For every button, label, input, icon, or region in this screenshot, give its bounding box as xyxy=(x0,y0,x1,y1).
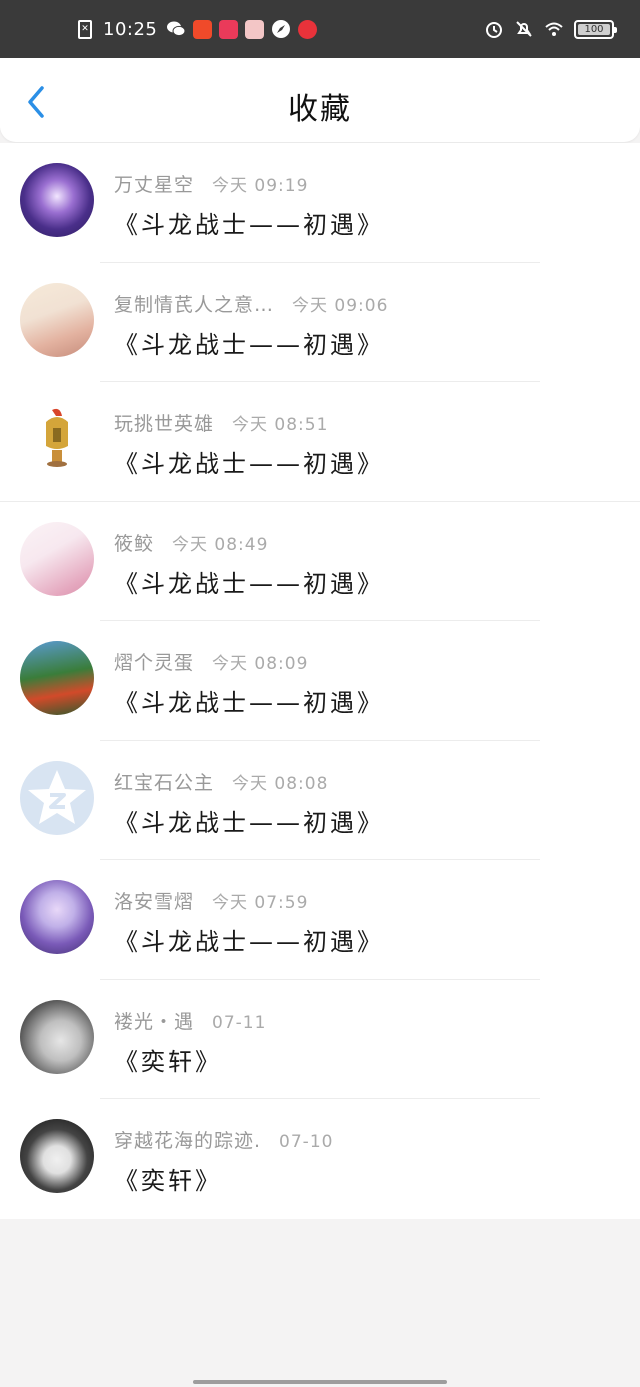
item-title: 《奕轩》 xyxy=(114,1047,222,1076)
timestamp: 07-10 xyxy=(279,1132,334,1152)
item-title: 《斗龙战士——初遇》 xyxy=(114,211,384,239)
timestamp: 今天 08:49 xyxy=(172,534,269,555)
nav-header: 收藏 xyxy=(0,58,640,142)
username[interactable]: 洛安雪熠 xyxy=(114,891,194,913)
avatar[interactable] xyxy=(20,760,94,835)
item-title: 《斗龙战士——初遇》 xyxy=(114,450,384,478)
qq-star-icon xyxy=(28,769,86,824)
timestamp: 今天 08:51 xyxy=(232,415,329,435)
page-title: 收藏 xyxy=(288,92,352,127)
favorites-list: 万丈星空 今天 09:19 《斗龙战士——初遇》 复制情芪人之意… 今天 09:06… xyxy=(0,143,640,1219)
timestamp: 07-11 xyxy=(212,1012,267,1033)
username[interactable]: 褛光・遇 xyxy=(114,1011,194,1033)
avatar[interactable] xyxy=(20,641,94,715)
status-bar: ✕ 10:25 100 xyxy=(0,0,640,58)
list-item[interactable]: 筱鲛 今天 08:49 《斗龙战士——初遇》 xyxy=(0,502,640,621)
app-icon-heart xyxy=(298,19,318,39)
list-item[interactable]: 熠个灵蛋 今天 08:09 《斗龙战士——初遇》 xyxy=(0,621,640,741)
battery-level: 100 xyxy=(584,23,604,35)
helmet-icon xyxy=(46,408,68,467)
compass-icon xyxy=(272,20,291,38)
avatar[interactable] xyxy=(20,999,94,1074)
mute-bell-icon xyxy=(516,21,532,37)
item-title: 《奕轩》 xyxy=(114,1167,222,1195)
file-notification-icon: ✕ xyxy=(78,19,92,39)
wechat-icon xyxy=(167,21,186,37)
avatar[interactable] xyxy=(20,1119,94,1193)
list-item[interactable]: 穿越花海的踪迹. 07-10 《奕轩》 xyxy=(0,1099,640,1219)
wifi-icon xyxy=(545,22,563,36)
app-icon-pink xyxy=(219,19,239,39)
home-indicator[interactable] xyxy=(193,1380,447,1384)
timestamp: 今天 08:08 xyxy=(232,773,329,794)
status-time: 10:25 xyxy=(103,18,158,40)
timestamp: 今天 09:19 xyxy=(212,176,309,196)
battery-indicator: 100 xyxy=(574,19,617,39)
avatar[interactable] xyxy=(20,402,94,476)
item-title: 《斗龙战士——初遇》 xyxy=(114,330,384,359)
app-icon-girl xyxy=(245,19,265,39)
username[interactable]: 万丈星空 xyxy=(114,174,194,196)
item-title: 《斗龙战士——初遇》 xyxy=(114,689,384,717)
username[interactable]: 穿越花海的踪迹. xyxy=(114,1130,261,1152)
username[interactable]: 红宝石公主 xyxy=(114,772,214,794)
username[interactable]: 筱鲛 xyxy=(114,533,154,555)
timestamp: 今天 07:59 xyxy=(212,893,309,913)
list-item[interactable]: 复制情芪人之意… 今天 09:06 《斗龙战士——初遇》 xyxy=(0,263,640,382)
list-item[interactable]: 玩挑世英雄 今天 08:51 《斗龙战士——初遇》 xyxy=(0,382,640,502)
avatar[interactable] xyxy=(20,880,94,954)
avatar[interactable] xyxy=(20,282,94,357)
alarm-icon xyxy=(486,22,502,38)
list-item[interactable]: 红宝石公主 今天 08:08 《斗龙战士——初遇》 xyxy=(0,741,640,860)
item-title: 《斗龙战士——初遇》 xyxy=(114,928,384,956)
username[interactable]: 复制情芪人之意… xyxy=(114,294,274,316)
item-title: 《斗龙战士——初遇》 xyxy=(114,808,384,837)
app-icon-orange xyxy=(193,19,213,39)
avatar[interactable] xyxy=(20,521,94,596)
list-item[interactable]: 万丈星空 今天 09:19 《斗龙战士——初遇》 xyxy=(0,143,640,263)
avatar[interactable] xyxy=(20,163,94,237)
username[interactable]: 熠个灵蛋 xyxy=(114,652,194,674)
timestamp: 今天 08:09 xyxy=(212,654,309,674)
username[interactable]: 玩挑世英雄 xyxy=(114,413,214,435)
timestamp: 今天 09:06 xyxy=(292,295,389,316)
list-item[interactable]: 洛安雪熠 今天 07:59 《斗龙战士——初遇》 xyxy=(0,860,640,980)
item-title: 《斗龙战士——初遇》 xyxy=(114,569,384,598)
list-item[interactable]: 褛光・遇 07-11 《奕轩》 xyxy=(0,980,640,1099)
